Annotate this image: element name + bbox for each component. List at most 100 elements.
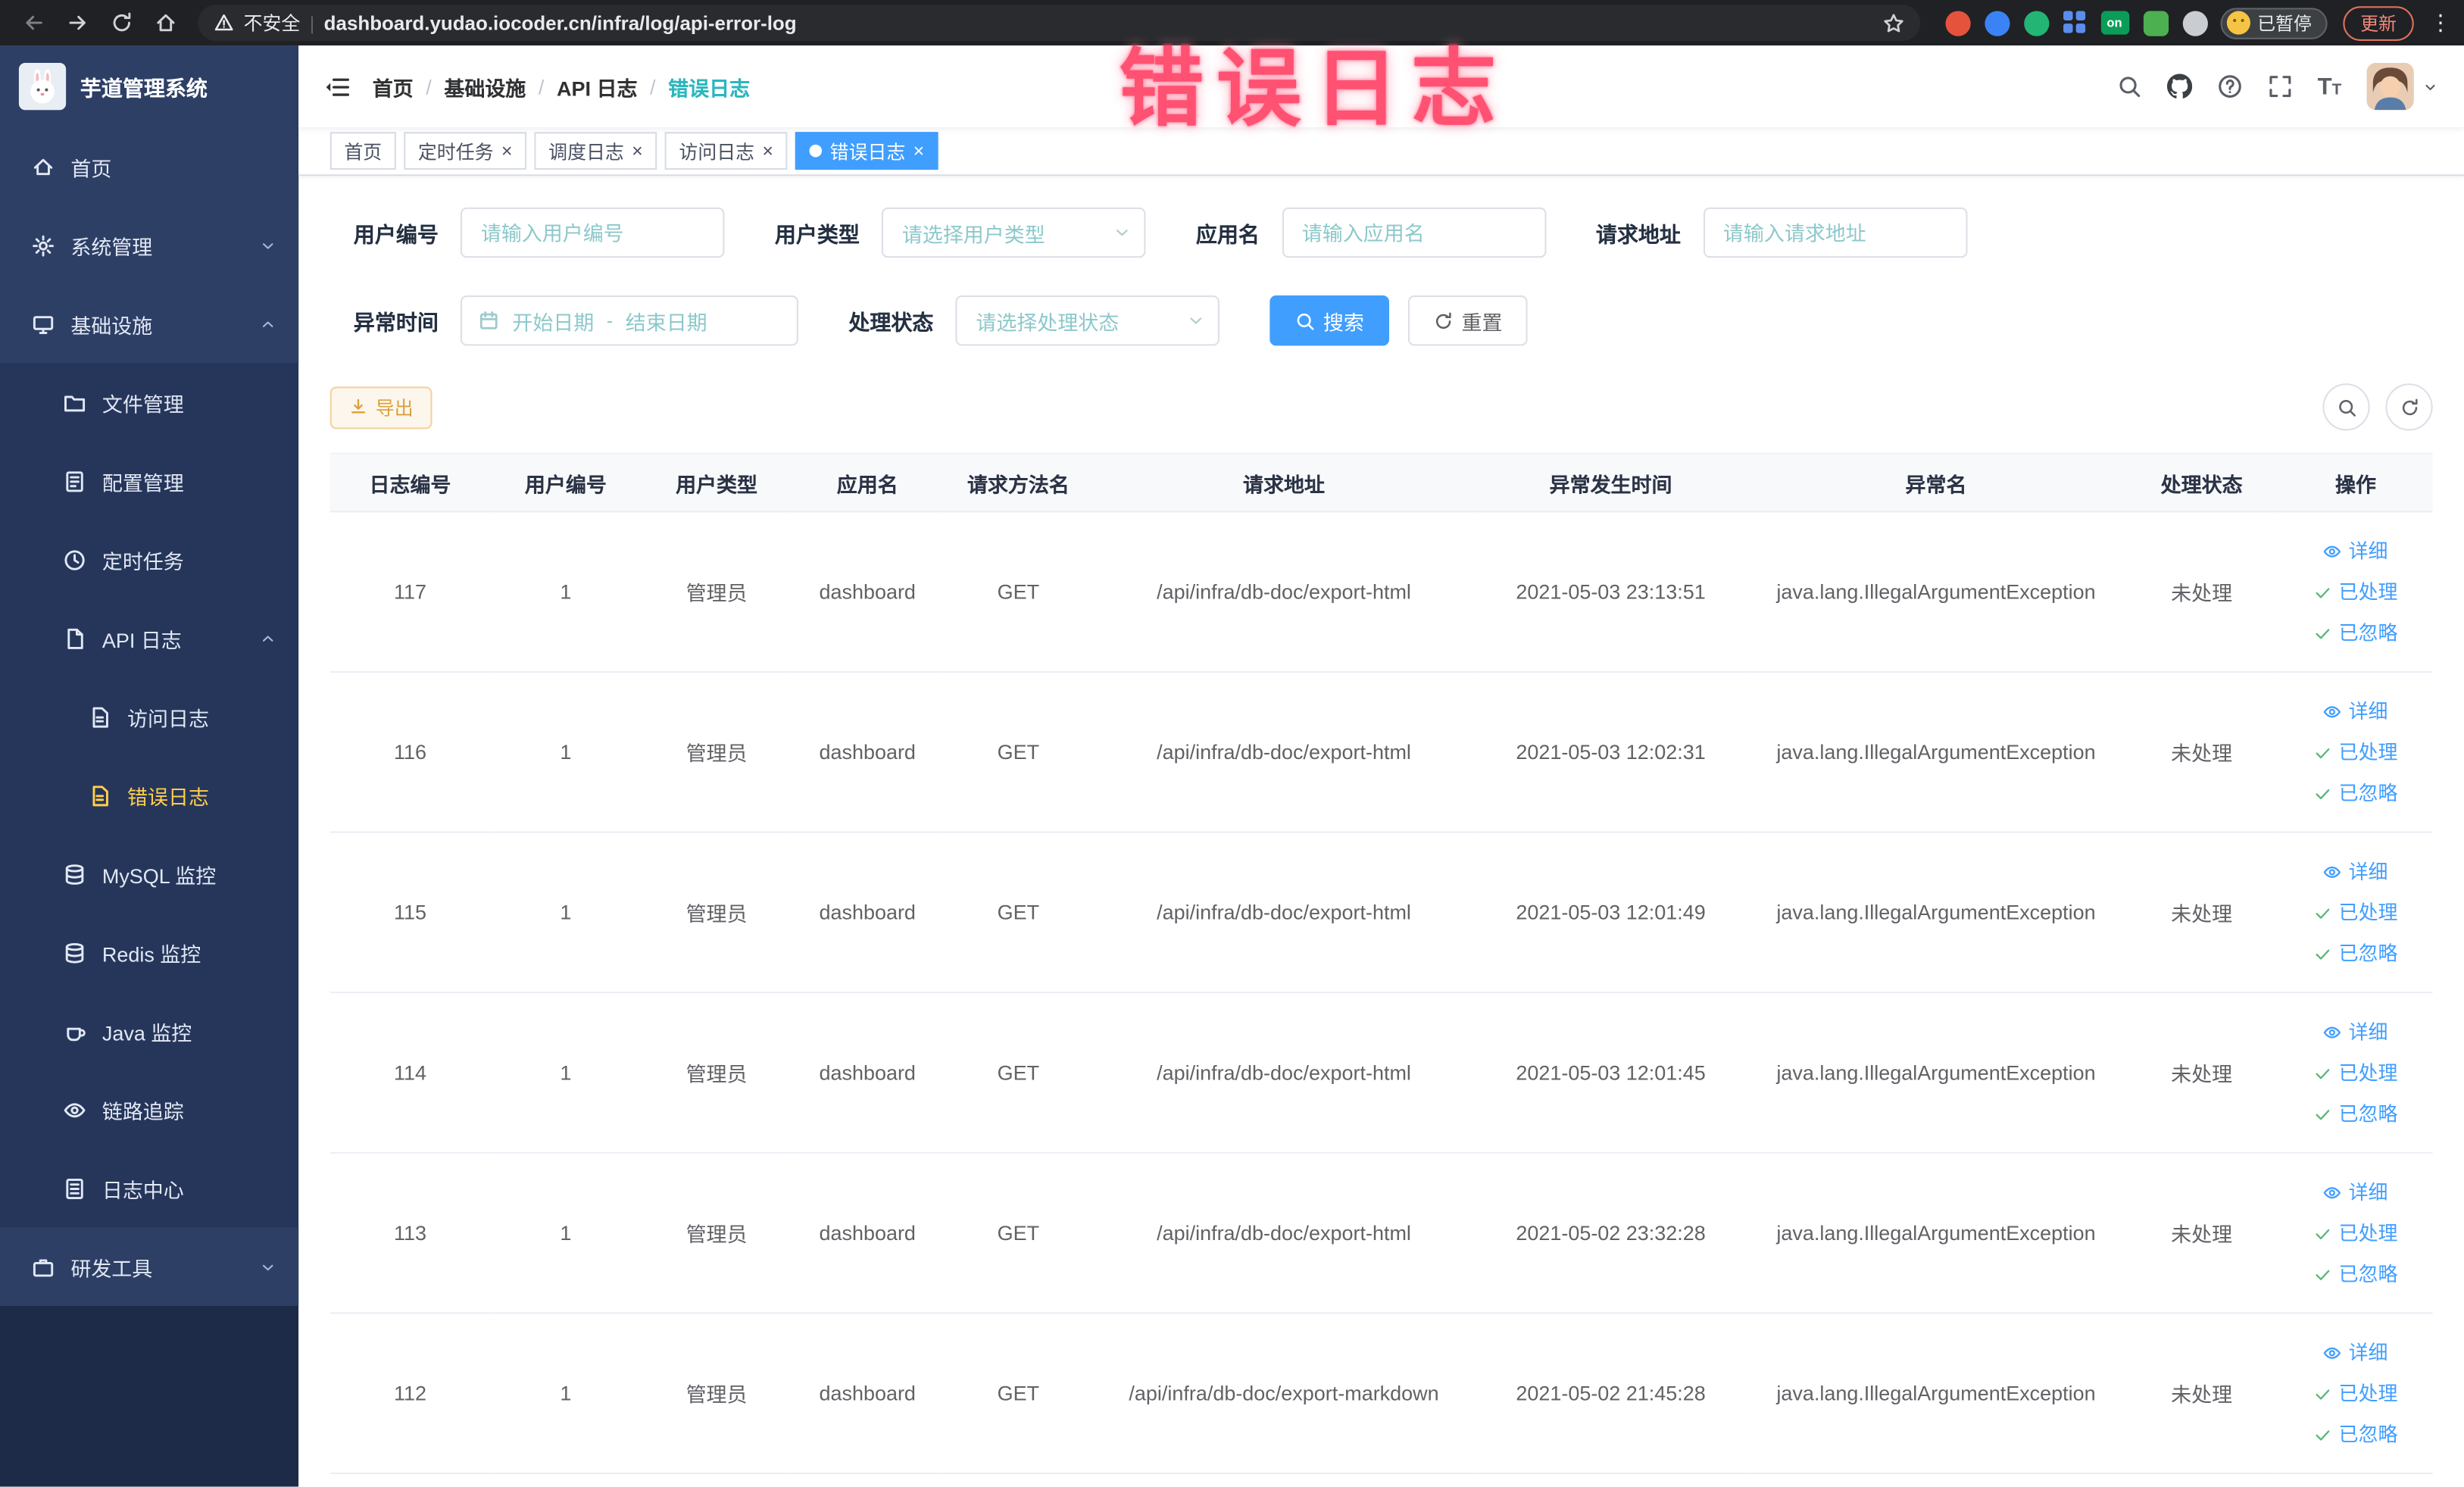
ignored-link[interactable]: 已忽略: [2285, 1414, 2427, 1454]
cell-actions: 详细 已处理 已忽略: [2278, 671, 2433, 833]
reload-icon[interactable]: [101, 4, 142, 42]
export-button[interactable]: 导出: [329, 386, 433, 429]
paused-label: 已暂停: [2257, 14, 2312, 34]
extension-icon-blue[interactable]: [1984, 10, 2010, 36]
sidebar-item-api-log[interactable]: API 日志: [0, 598, 298, 677]
col-process-status: 处理状态: [2124, 452, 2279, 513]
table-row: 114 1 管理员 dashboard GET /api/infra/db-do…: [329, 992, 2433, 1154]
extension-icon-grid[interactable]: [2063, 11, 2086, 35]
user-id-input[interactable]: [460, 207, 725, 258]
col-log-id: 日志编号: [329, 452, 491, 513]
calendar-icon: [478, 310, 500, 332]
detail-link[interactable]: 详细: [2285, 530, 2427, 571]
search-icon[interactable]: [2116, 74, 2141, 99]
detail-link[interactable]: 详细: [2285, 1172, 2427, 1213]
close-tab-icon[interactable]: ×: [632, 142, 643, 161]
sidebar-item-error-log[interactable]: 错误日志: [0, 756, 298, 835]
tab-access-log[interactable]: 访问日志 ×: [664, 132, 788, 170]
check-icon: [2316, 908, 2330, 918]
processed-link[interactable]: 已处理: [2285, 571, 2427, 612]
bookmark-star-icon[interactable]: [1882, 12, 1903, 34]
check-icon: [2316, 1269, 2330, 1279]
close-tab-icon[interactable]: ×: [913, 142, 925, 161]
processed-link[interactable]: 已处理: [2285, 732, 2427, 773]
sidebar-item-access-log[interactable]: 访问日志: [0, 677, 298, 756]
ignored-link[interactable]: 已忽略: [2285, 1254, 2427, 1295]
processed-link[interactable]: 已处理: [2285, 892, 2427, 932]
home-icon: [31, 155, 55, 178]
not-secure-icon: [214, 13, 234, 33]
user-menu[interactable]: [2366, 62, 2438, 111]
extension-icon-on-badge[interactable]: on: [2100, 11, 2129, 35]
tags-view: 首页 定时任务 × 调度日志 × 访问日志 × 错误日志 ×: [298, 127, 2464, 177]
extension-icon-leaf[interactable]: [2142, 10, 2169, 36]
close-tab-icon[interactable]: ×: [501, 142, 513, 161]
url-bar[interactable]: 不安全 | dashboard.yudao.iocoder.cn/infra/l…: [198, 5, 1920, 41]
ignored-link[interactable]: 已忽略: [2285, 612, 2427, 653]
top-navbar: 首页 / 基础设施 / API 日志 / 错误日志 TT: [298, 45, 2464, 128]
sidebar-submenu-infra: 文件管理 配置管理 定时任务 API 日志 访问日志 错误日志 MySQL 监控…: [0, 363, 299, 1228]
logo-rabbit-icon: [18, 62, 67, 111]
sidebar-collapse-icon[interactable]: [323, 73, 350, 99]
processed-link[interactable]: 已处理: [2285, 1213, 2427, 1254]
security-label: 不安全: [243, 12, 301, 35]
github-icon[interactable]: [2166, 73, 2192, 99]
sidebar-item-system[interactable]: 系统管理: [0, 205, 299, 285]
sidebar-item-infra[interactable]: 基础设施: [0, 284, 299, 364]
ignored-link[interactable]: 已忽略: [2285, 1093, 2427, 1134]
sidebar-item-home[interactable]: 首页: [0, 127, 299, 206]
fullscreen-icon[interactable]: [2267, 74, 2292, 99]
detail-link[interactable]: 详细: [2285, 691, 2427, 732]
user-type-select[interactable]: 请选择用户类型: [881, 207, 1146, 258]
detail-link[interactable]: 详细: [2285, 1332, 2427, 1373]
sidebar-item-trace[interactable]: 链路追踪: [0, 1070, 298, 1149]
ignored-link[interactable]: 已忽略: [2285, 773, 2427, 814]
sidebar-item-scheduled-task[interactable]: 定时任务: [0, 520, 298, 599]
processed-link[interactable]: 已处理: [2285, 1373, 2427, 1414]
toolbox-icon: [31, 1255, 55, 1279]
app-logo[interactable]: 芋道管理系统: [0, 45, 299, 128]
eye-icon: [63, 1098, 86, 1121]
toggle-search-button[interactable]: [2322, 383, 2370, 431]
extension-icon-paw[interactable]: [2181, 10, 2207, 36]
sidebar-item-redis-monitor[interactable]: Redis 监控: [0, 913, 298, 992]
home-icon[interactable]: [145, 4, 186, 42]
search-button[interactable]: 搜索: [1269, 295, 1390, 346]
sidebar-item-config-manage[interactable]: 配置管理: [0, 442, 298, 520]
update-button[interactable]: 更新: [2343, 5, 2414, 40]
refresh-button[interactable]: [2385, 383, 2433, 431]
close-tab-icon[interactable]: ×: [762, 142, 773, 161]
browser-menu-icon[interactable]: ⋮: [2429, 9, 2451, 36]
sidebar-item-java-monitor[interactable]: Java 监控: [0, 992, 298, 1070]
app-name-input[interactable]: [1281, 207, 1546, 258]
tab-home[interactable]: 首页: [329, 132, 396, 170]
breadcrumb-infra[interactable]: 基础设施: [444, 71, 526, 101]
detail-link[interactable]: 详细: [2285, 851, 2427, 892]
check-icon: [2316, 1389, 2330, 1399]
reset-button[interactable]: 重置: [1407, 295, 1528, 346]
help-icon[interactable]: [2217, 74, 2242, 99]
processed-link[interactable]: 已处理: [2285, 1052, 2427, 1093]
extension-icon-green[interactable]: [2023, 10, 2049, 36]
tab-error-log[interactable]: 错误日志 ×: [795, 132, 938, 170]
tab-scheduled-task[interactable]: 定时任务 ×: [404, 132, 527, 170]
breadcrumb-api-log[interactable]: API 日志: [557, 71, 637, 101]
back-icon[interactable]: [13, 4, 54, 42]
browser-chrome: 不安全 | dashboard.yudao.iocoder.cn/infra/l…: [0, 0, 2464, 46]
ignored-link[interactable]: 已忽略: [2285, 932, 2427, 973]
breadcrumb-home[interactable]: 首页: [373, 71, 414, 101]
access-log-icon: [88, 705, 111, 729]
sidebar-item-mysql-monitor[interactable]: MySQL 监控: [0, 835, 298, 914]
paused-button[interactable]: 已暂停: [2219, 7, 2328, 39]
process-status-select[interactable]: 请选择处理状态: [955, 295, 1220, 346]
sidebar-item-file-manage[interactable]: 文件管理: [0, 363, 298, 442]
detail-link[interactable]: 详细: [2285, 1011, 2427, 1052]
font-size-icon[interactable]: TT: [2318, 75, 2342, 98]
tab-dispatch-log[interactable]: 调度日志 ×: [534, 132, 657, 170]
request-url-input[interactable]: [1702, 207, 1967, 258]
extension-icon-red[interactable]: [1944, 10, 1970, 36]
sidebar-item-log-center[interactable]: 日志中心: [0, 1149, 298, 1228]
forward-icon[interactable]: [57, 4, 98, 42]
exception-time-range-picker[interactable]: 开始日期 - 结束日期: [460, 295, 798, 346]
sidebar-item-dev-tools[interactable]: 研发工具: [0, 1227, 299, 1307]
